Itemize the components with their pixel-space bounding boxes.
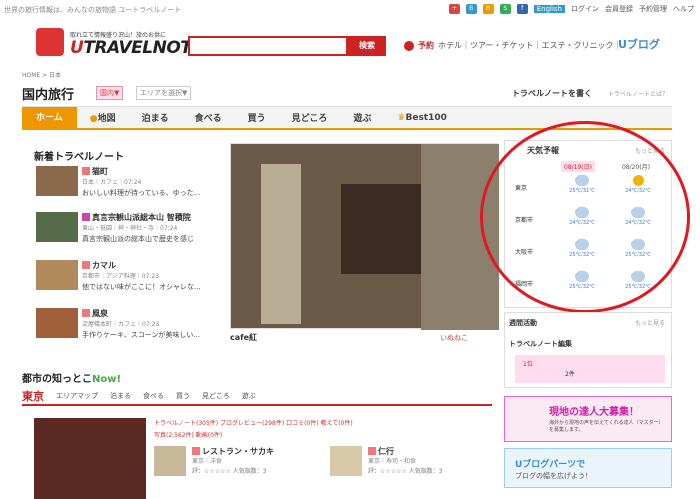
list-item[interactable]: 猫町 日本｜カフェ｜07:24 おいしい料理が待っている、ゆった... (36, 166, 216, 210)
list-item[interactable]: 仁行 東京｜寿司・和食 評：☆☆☆☆☆ 人気指数：3 (330, 446, 490, 476)
master-recruit-banner[interactable]: 現地の達人大募集！ 海外から現地の声を伝えてくれる達人（マスター）を募集します。 (504, 396, 672, 442)
menu-eat[interactable]: 食べる (182, 111, 235, 124)
facebook-icon[interactable]: f (516, 4, 528, 14)
share-icon[interactable]: + (448, 4, 460, 14)
city-content-links[interactable]: トラベルノート(305件) ブログレビュー(298件) 口コミ(0件) 教えて(… (154, 418, 353, 427)
photo-caption[interactable]: cafe紅 (230, 332, 257, 343)
tab-area-map[interactable]: エリアマップ (56, 391, 98, 401)
menu-map[interactable]: ●地図 (77, 111, 129, 124)
service-links[interactable]: ホテル｜ツアー・チケット｜エステ・クリニック｜ (438, 40, 622, 51)
yoyaku-link[interactable]: 予約 (418, 40, 434, 51)
logo-text: UTRAVELNOTE (70, 38, 203, 58)
logo-mark-icon (36, 28, 64, 56)
header-service-nav: 予約 ホテル｜ツアー・チケット｜エステ・クリニック｜ (404, 40, 622, 51)
menu-play[interactable]: 遊ぶ (340, 111, 384, 124)
city-tabs: 東京 エリアマップ 泊まる 食べる 買う 見どころ 遊ぶ (22, 388, 492, 406)
page-title: 国内旅行 (22, 88, 75, 103)
register-link[interactable]: 会員登録 (605, 4, 633, 14)
search-input[interactable] (188, 36, 348, 56)
tab-sights[interactable]: 見どころ (202, 391, 230, 401)
note-thumbnail (36, 166, 78, 196)
spot-thumbnail (330, 446, 362, 476)
tab-play[interactable]: 遊ぶ (242, 391, 256, 401)
login-link[interactable]: ログイン (571, 4, 599, 14)
ranking-widget: 週間活動 もっと見る トラベルノート編集 1位 2件 (504, 312, 672, 388)
rss-icon[interactable]: R (482, 4, 494, 14)
tab-stay[interactable]: 泊まる (110, 391, 131, 401)
list-item[interactable]: 真言宗観山派総本山 智積院 東山・祇園｜神・神社・寺｜07:24 真言宗観山派の… (36, 212, 216, 256)
booking-link[interactable]: 予約管理 (639, 4, 667, 14)
ublog-link[interactable]: Uブログ (618, 36, 660, 52)
breadcrumb[interactable]: HOME > 日本 (22, 70, 61, 79)
list-item[interactable]: レストラン・サカキ 東京｜洋食 評：☆☆☆☆☆ 人気指数：3 (154, 446, 314, 476)
note-thumbnail (36, 260, 78, 290)
what-is-link[interactable]: トラベルノートとは？ (608, 89, 668, 98)
list-item[interactable]: カマル 京都市｜アジア料理｜07:23 他ではない味がここに！オシャレな... (36, 260, 216, 304)
spot-thumbnail (154, 446, 186, 476)
menu-home[interactable]: ホーム (22, 106, 77, 129)
airplane-icon (404, 40, 414, 51)
ranking-more-link[interactable]: もっと見る (635, 318, 665, 327)
help-link[interactable]: ヘルプ (673, 4, 694, 14)
menu-sights[interactable]: 見どころ (279, 111, 341, 124)
city-photo[interactable] (34, 418, 146, 499)
search-button[interactable]: 検索 (348, 36, 386, 56)
highlight-circle (480, 121, 690, 313)
city-media-links[interactable]: 写真(2,562件) 動画(0件) (154, 430, 222, 439)
site-logo[interactable]: 取れ立て情報盛り沢山！旅のお供に UTRAVELNOTE (36, 28, 203, 60)
photo-author[interactable]: いぬねこ (440, 333, 468, 343)
note-thumbnail (36, 212, 78, 242)
area-dropdown[interactable]: エリアを選択▼ (136, 86, 192, 100)
site-tagline: 世界の旅行情報は、みんなの旅物語 ユートラベルノート (4, 6, 182, 14)
pin-icon: ● (89, 114, 98, 124)
menu-best100[interactable]: ♛Best100 (384, 113, 460, 123)
note-thumbnail (36, 308, 78, 338)
english-link[interactable]: English (533, 5, 565, 13)
top-nav: + B R S f English ログイン 会員登録 予約管理 ヘルプ (448, 4, 694, 14)
tab-eat[interactable]: 食べる (143, 391, 164, 401)
city-name: 東京 (22, 390, 44, 403)
social-icon[interactable]: S (499, 4, 511, 14)
menu-stay[interactable]: 泊まる (129, 111, 182, 124)
menu-buy[interactable]: 買う (235, 111, 279, 124)
write-note-button[interactable]: トラベルノートを書く (512, 88, 592, 99)
city-section-title: 都市の知っとこNow! (22, 374, 122, 385)
blog-parts-banner[interactable]: Uブログパーツで ブログの幅を広げよう！ (504, 448, 672, 488)
bookmark-icon[interactable]: B (465, 4, 477, 14)
list-item[interactable]: 風泉 淀屋橋本町｜カフェ｜07:23 手作りケーキ、スコーンが美味しい... (36, 308, 216, 352)
tab-buy[interactable]: 買う (176, 391, 190, 401)
domestic-dropdown[interactable]: 国内▼ (96, 86, 124, 100)
featured-photo[interactable] (230, 143, 499, 330)
new-notes-title: 新着トラベルノート (34, 152, 124, 163)
